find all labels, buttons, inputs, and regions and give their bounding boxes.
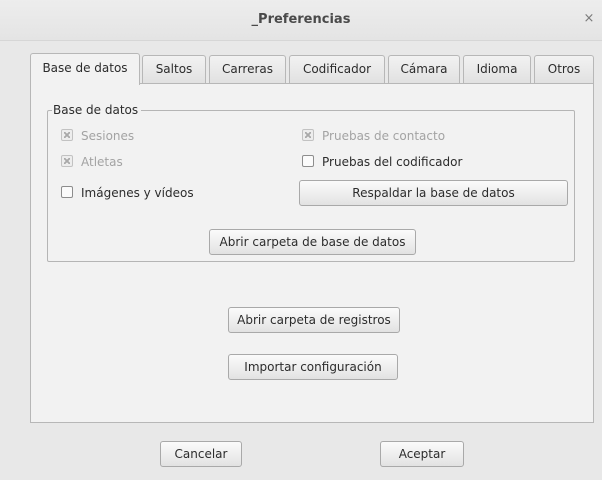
- open-logs-folder-button[interactable]: Abrir carpeta de registros: [228, 307, 400, 333]
- tab-saltos[interactable]: Saltos: [142, 55, 206, 83]
- accept-button[interactable]: Aceptar: [380, 441, 464, 467]
- checkbox-box: [61, 186, 73, 198]
- tab-idioma[interactable]: Idioma: [463, 55, 531, 83]
- cancel-button[interactable]: Cancelar: [160, 441, 242, 467]
- tab-carreras[interactable]: Carreras: [209, 55, 286, 83]
- database-frame-label: Base de datos: [52, 102, 142, 118]
- window-title: _Preferencias: [251, 12, 351, 27]
- checkbox-box: [61, 129, 73, 141]
- images-videos-label: Imágenes y vídeos: [81, 186, 194, 200]
- title-bar[interactable]: _Preferencias ×: [0, 0, 602, 41]
- tab-codificador[interactable]: Codificador: [289, 55, 385, 83]
- open-database-folder-button[interactable]: Abrir carpeta de base de datos: [209, 229, 416, 255]
- import-configuration-button[interactable]: Importar configuración: [228, 354, 398, 380]
- backup-database-button[interactable]: Respaldar la base de datos: [299, 180, 568, 206]
- database-frame: Base de datos Sesiones Atletas Imágenes …: [47, 102, 575, 262]
- tab-otros[interactable]: Otros: [534, 55, 594, 83]
- preferences-window: _Preferencias × Base de datos Saltos Car…: [0, 0, 602, 480]
- checkbox-box: [61, 155, 73, 167]
- sessions-label: Sesiones: [81, 129, 135, 143]
- close-icon[interactable]: ×: [582, 12, 596, 26]
- tab-camara[interactable]: Cámara: [388, 55, 460, 83]
- checkbox-box: [302, 129, 314, 141]
- encoder-tests-label: Pruebas del codificador: [322, 155, 463, 169]
- tab-panel-base-de-datos: Base de datos Sesiones Atletas Imágenes …: [30, 83, 594, 423]
- contact-tests-label: Pruebas de contacto: [322, 129, 446, 143]
- tab-base-de-datos[interactable]: Base de datos: [30, 53, 140, 85]
- checkbox-box: [302, 155, 314, 167]
- athletes-label: Atletas: [81, 155, 123, 169]
